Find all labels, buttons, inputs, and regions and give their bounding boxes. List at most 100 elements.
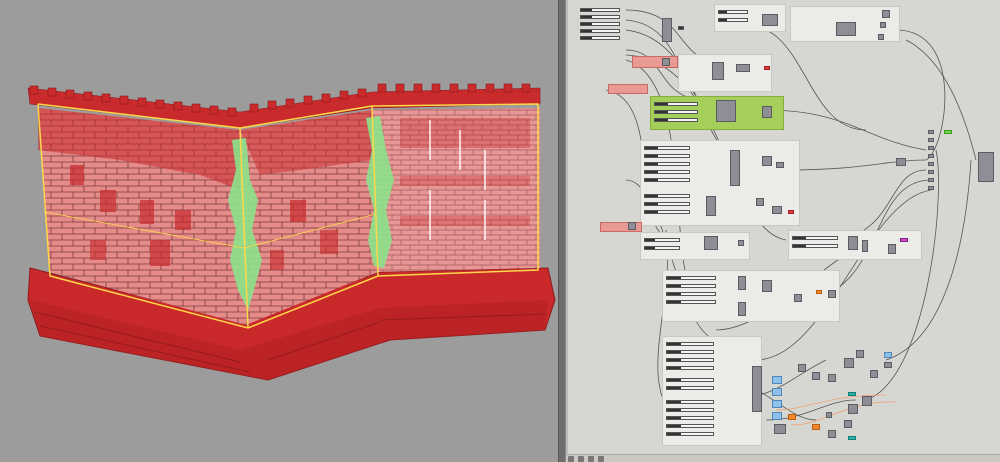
number-slider[interactable] <box>666 276 716 280</box>
component-node[interactable] <box>848 236 858 250</box>
component-node[interactable] <box>978 152 994 182</box>
component-node[interactable] <box>884 352 892 358</box>
component-node[interactable] <box>774 424 786 434</box>
component-node[interactable] <box>828 374 836 382</box>
component-node[interactable] <box>772 206 782 214</box>
component-node[interactable] <box>882 10 890 18</box>
number-slider[interactable] <box>718 18 748 22</box>
number-slider[interactable] <box>666 292 716 296</box>
component-node[interactable] <box>828 290 836 298</box>
component-node[interactable] <box>928 130 934 134</box>
component-node[interactable] <box>928 186 934 190</box>
component-node[interactable] <box>836 22 856 36</box>
component-node[interactable] <box>788 210 794 214</box>
number-slider[interactable] <box>666 358 714 362</box>
component-node[interactable] <box>738 302 746 316</box>
component-node[interactable] <box>772 412 782 420</box>
number-slider[interactable] <box>644 210 690 214</box>
number-slider[interactable] <box>666 432 714 436</box>
grid-icon[interactable] <box>568 455 574 462</box>
component-node[interactable] <box>862 240 868 252</box>
node-group[interactable] <box>678 54 772 92</box>
number-slider[interactable] <box>666 424 714 428</box>
component-node[interactable] <box>848 436 856 440</box>
number-slider[interactable] <box>666 342 714 346</box>
node-canvas[interactable] <box>566 0 1000 462</box>
component-node[interactable] <box>884 362 892 368</box>
number-slider[interactable] <box>666 350 714 354</box>
number-slider[interactable] <box>644 170 690 174</box>
component-node[interactable] <box>812 424 820 430</box>
component-node[interactable] <box>794 294 802 302</box>
component-node[interactable] <box>878 34 884 40</box>
number-slider[interactable] <box>666 284 716 288</box>
number-slider[interactable] <box>666 378 714 382</box>
component-node[interactable] <box>762 106 772 118</box>
number-slider[interactable] <box>718 10 748 14</box>
panel-splitter[interactable] <box>558 0 566 462</box>
component-node[interactable] <box>628 222 636 230</box>
number-slider[interactable] <box>654 102 698 106</box>
number-slider[interactable] <box>644 178 690 182</box>
component-node[interactable] <box>706 196 716 216</box>
number-slider[interactable] <box>666 386 714 390</box>
component-node[interactable] <box>662 58 670 66</box>
number-slider[interactable] <box>792 236 838 240</box>
component-node[interactable] <box>678 26 684 30</box>
number-slider[interactable] <box>666 300 716 304</box>
component-node[interactable] <box>928 146 934 150</box>
number-slider[interactable] <box>580 22 620 26</box>
number-slider[interactable] <box>644 238 680 242</box>
component-node[interactable] <box>772 376 782 384</box>
component-node[interactable] <box>716 100 736 122</box>
component-node[interactable] <box>738 276 746 290</box>
component-node[interactable] <box>826 412 832 418</box>
node-group-red[interactable] <box>632 56 678 68</box>
settings-icon[interactable] <box>588 455 594 462</box>
component-node[interactable] <box>844 420 852 428</box>
component-node[interactable] <box>730 150 740 186</box>
component-node[interactable] <box>870 370 878 378</box>
component-node[interactable] <box>816 290 822 294</box>
number-slider[interactable] <box>666 366 714 370</box>
component-node[interactable] <box>762 156 772 166</box>
component-node[interactable] <box>900 238 908 242</box>
rhino-viewport[interactable] <box>0 0 558 462</box>
component-node[interactable] <box>736 64 750 72</box>
number-slider[interactable] <box>666 400 714 404</box>
component-node[interactable] <box>762 280 772 292</box>
number-slider[interactable] <box>580 29 620 33</box>
component-node[interactable] <box>738 240 744 246</box>
number-slider[interactable] <box>580 8 620 12</box>
number-slider[interactable] <box>792 244 838 248</box>
info-icon[interactable] <box>598 455 604 462</box>
number-slider[interactable] <box>644 162 690 166</box>
component-node[interactable] <box>772 400 782 408</box>
number-slider[interactable] <box>654 118 698 122</box>
number-slider[interactable] <box>644 154 690 158</box>
component-node[interactable] <box>762 14 778 26</box>
component-node[interactable] <box>848 404 858 414</box>
component-node[interactable] <box>888 244 896 254</box>
component-node[interactable] <box>880 22 886 28</box>
number-slider[interactable] <box>654 110 698 114</box>
number-slider[interactable] <box>644 194 690 198</box>
component-node[interactable] <box>712 62 724 80</box>
component-node[interactable] <box>704 236 718 250</box>
component-node[interactable] <box>828 430 836 438</box>
component-node[interactable] <box>862 396 872 406</box>
component-node[interactable] <box>776 162 784 168</box>
number-slider[interactable] <box>580 36 620 40</box>
component-node[interactable] <box>756 198 764 206</box>
number-slider[interactable] <box>580 15 620 19</box>
component-node[interactable] <box>662 18 672 42</box>
component-node[interactable] <box>928 138 934 142</box>
component-node[interactable] <box>798 364 806 372</box>
component-node[interactable] <box>928 178 934 182</box>
number-slider[interactable] <box>644 202 690 206</box>
component-node[interactable] <box>812 372 820 380</box>
number-slider[interactable] <box>644 146 690 150</box>
component-node[interactable] <box>944 130 952 134</box>
number-slider[interactable] <box>644 246 680 250</box>
number-slider[interactable] <box>666 416 714 420</box>
